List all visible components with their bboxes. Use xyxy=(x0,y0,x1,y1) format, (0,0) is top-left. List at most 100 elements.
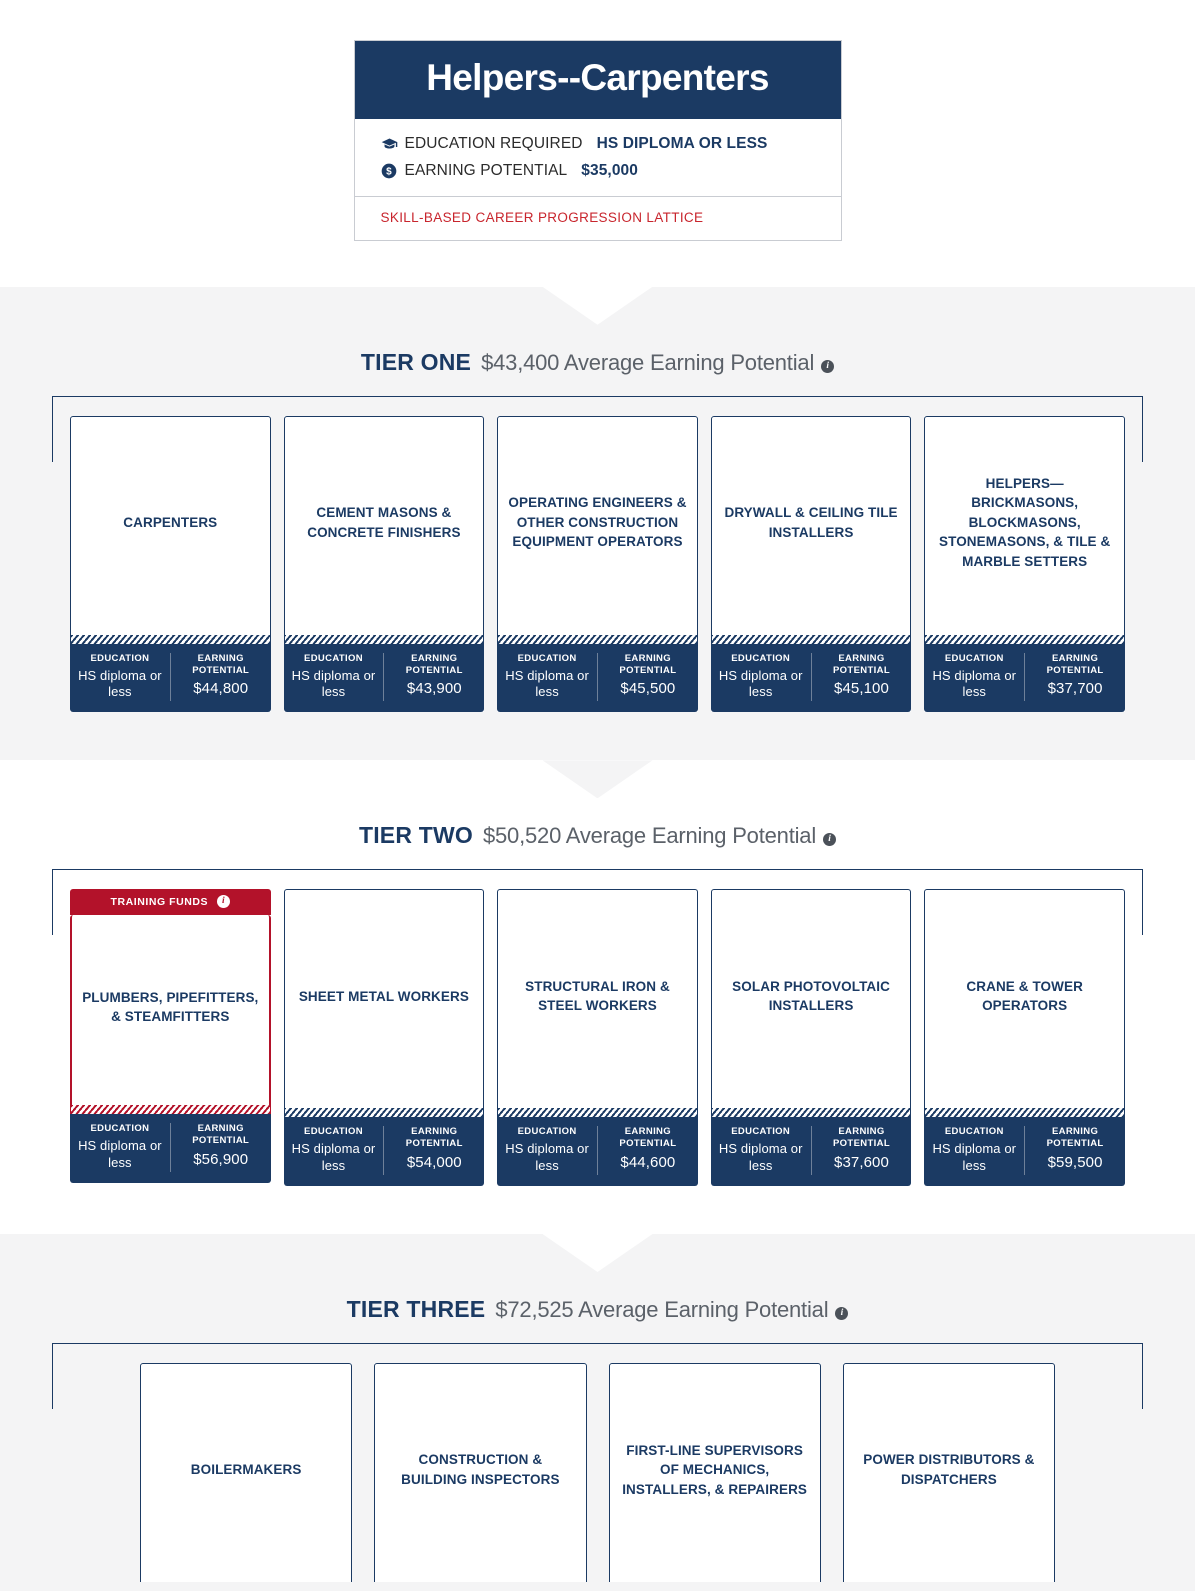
hatch-divider xyxy=(710,1108,912,1118)
earning-potential-value: $45,100 xyxy=(834,680,889,698)
occupation-title-bar: Helpers--Carpenters xyxy=(354,41,841,119)
occupation-card[interactable]: FIRST-LINE SUPERVISORS OF MECHANICS, INS… xyxy=(608,1363,821,1582)
occupation-card[interactable]: BOILERMAKERS xyxy=(140,1363,353,1582)
occupation-card-body: HELPERS—BRICKMASONS, BLOCKMASONS, STONEM… xyxy=(924,415,1125,635)
earning-potential-label-line2: POTENTIAL xyxy=(405,664,463,676)
hatch-divider xyxy=(70,634,271,644)
tier-average-earning-potential: $50,520 Average Earning Potential xyxy=(482,823,817,849)
dollar-circle-icon: $ xyxy=(381,162,398,179)
occupation-meta: EDUCATION REQUIRED HS DIPLOMA OR LESS $ … xyxy=(354,119,841,197)
occupation-card-body: OPERATING ENGINEERS & OTHER CONSTRUCTION… xyxy=(497,415,698,635)
education-required-label: EDUCATION REQUIRED xyxy=(404,134,583,152)
band-spacer xyxy=(0,712,1195,760)
occupation-card-row: CARPENTERS EDUCATION HS diploma or less EAR… xyxy=(52,407,1143,713)
occupation-title: PLUMBERS, PIPEFITTERS, & STEAMFITTERS xyxy=(82,989,259,1025)
earning-potential-label-line1: EARNING xyxy=(838,1126,885,1138)
education-label: EDUCATION xyxy=(944,1126,1004,1138)
hatch-divider xyxy=(710,634,912,644)
earning-potential-value: $54,000 xyxy=(406,1154,462,1172)
earning-potential-column: EARNING POTENTIAL $56,900 xyxy=(169,1123,271,1172)
info-icon[interactable]: i xyxy=(823,833,837,847)
education-column: EDUCATION HS diploma or less xyxy=(711,1126,811,1175)
bracket-top xyxy=(52,869,1143,871)
occupation-title: CARPENTERS xyxy=(123,514,218,530)
training-funds-banner[interactable]: TRAINING FUNDS i xyxy=(70,889,271,916)
occupation-card[interactable]: CARPENTERS EDUCATION HS diploma or less EAR… xyxy=(70,415,271,713)
earning-potential-column: EARNING POTENTIAL $59,500 xyxy=(1024,1126,1125,1175)
earning-potential-label-line1: EARNING xyxy=(411,652,458,664)
earning-potential-label: EARNING POTENTIAL xyxy=(818,1126,906,1150)
education-label: EDUCATION xyxy=(517,652,577,664)
hatch-divider xyxy=(924,634,1125,644)
occupation-card-body: BOILERMAKERS xyxy=(140,1363,353,1582)
bracket-right xyxy=(1142,1343,1143,1409)
page-title: Helpers--Carpenters xyxy=(426,57,769,98)
occupation-card[interactable]: CRANE & TOWER OPERATORS EDUCATION HS diplo… xyxy=(924,889,1125,1186)
earning-potential-value: $56,900 xyxy=(193,1151,249,1169)
education-value: HS diploma or less xyxy=(291,667,376,700)
earning-potential-row: $ EARNING POTENTIAL $35,000 xyxy=(381,162,815,180)
earning-potential-label-line2: POTENTIAL xyxy=(405,1138,463,1150)
occupation-title: FIRST-LINE SUPERVISORS OF MECHANICS, INS… xyxy=(622,1442,808,1497)
info-icon[interactable]: i xyxy=(835,1307,849,1320)
occupation-card-body: SOLAR PHOTOVOLTAIC INSTALLERS xyxy=(710,889,912,1109)
earning-potential-column: EARNING POTENTIAL $43,900 xyxy=(383,652,484,702)
info-icon[interactable]: i xyxy=(821,359,835,373)
bracket-left xyxy=(52,869,53,936)
education-column: EDUCATION HS diploma or less xyxy=(284,653,384,702)
education-label: EDUCATION xyxy=(517,1126,577,1138)
occupation-title: POWER DISTRIBUTORS & DISPATCHERS xyxy=(863,1452,1035,1487)
earning-potential-value: $45,500 xyxy=(620,680,676,698)
occupation-card-footer: EDUCATION HS diploma or less EARNING POTENT… xyxy=(497,1117,698,1186)
occupation-card-footer: EDUCATION HS diploma or less EARNING POTENT… xyxy=(924,643,1125,713)
education-column: EDUCATION HS diploma or less xyxy=(497,1126,597,1175)
occupation-card-body: CARPENTERS xyxy=(70,415,271,635)
tier-average-earning-potential: $72,525 Average Earning Potential xyxy=(495,1297,829,1322)
occupation-card[interactable]: CEMENT MASONS & CONCRETE FINISHERS EDUCAT… xyxy=(283,415,485,713)
hatch-divider xyxy=(283,634,485,644)
occupation-card[interactable]: POWER DISTRIBUTORS & DISPATCHERS xyxy=(842,1363,1055,1582)
education-column: EDUCATION HS diploma or less xyxy=(924,1126,1024,1175)
earning-potential-label-line1: EARNING xyxy=(411,1126,458,1138)
education-column: EDUCATION HS diploma or less xyxy=(70,1123,170,1172)
earning-potential-value: $37,600 xyxy=(834,1154,889,1172)
education-label: EDUCATION xyxy=(731,652,791,664)
occupation-card-body: STRUCTURAL IRON & STEEL WORKERS xyxy=(497,889,698,1109)
tier-band-3: TIER THREE $72,525 Average Earning Potent… xyxy=(0,1234,1195,1591)
earning-potential-label-line1: EARNING xyxy=(624,652,672,664)
earning-potential-label-line1: EARNING xyxy=(1051,1126,1099,1138)
earning-potential-value: $43,900 xyxy=(406,680,462,698)
occupation-card-row: BOILERMAKERS CONSTRUCTION & BUILDING INSP… xyxy=(52,1354,1143,1582)
earning-potential-label: EARNING POTENTIAL xyxy=(604,1126,692,1150)
occupation-card-footer: EDUCATION HS diploma or less EARNING POTENT… xyxy=(283,1117,485,1186)
earning-potential-label: EARNING POTENTIAL xyxy=(1031,1126,1119,1150)
occupation-card[interactable]: SHEET METAL WORKERS EDUCATION HS diploma o… xyxy=(283,889,485,1186)
earning-potential-label-line2: POTENTIAL xyxy=(192,664,250,676)
occupation-card[interactable]: TRAINING FUNDS i PLUMBERS, PIPEFITTERS, & … xyxy=(70,889,271,1186)
bracket-right xyxy=(1142,869,1143,936)
occupation-card[interactable]: SOLAR PHOTOVOLTAIC INSTALLERS EDUCATION HS… xyxy=(710,889,912,1186)
occupation-card-body: DRYWALL & CEILING TILE INSTALLERS xyxy=(710,415,912,635)
svg-text:$: $ xyxy=(386,166,392,177)
occupation-card-footer: EDUCATION HS diploma or less EARNING POTENT… xyxy=(283,643,485,713)
tier-bracket-frame: BOILERMAKERS CONSTRUCTION & BUILDING INSP… xyxy=(52,1343,1143,1582)
tier-band-2: TIER TWO $50,520 Average Earning Potentia… xyxy=(0,760,1195,1234)
education-label: EDUCATION xyxy=(944,652,1004,664)
occupation-card[interactable]: STRUCTURAL IRON & STEEL WORKERS EDUCATION… xyxy=(497,889,698,1186)
education-label: EDUCATION xyxy=(90,652,150,664)
occupation-card[interactable]: DRYWALL & CEILING TILE INSTALLERS EDUCATI… xyxy=(710,415,912,713)
lattice-note: SKILL-BASED CAREER PROGRESSION LATTICE xyxy=(380,209,704,225)
occupation-card[interactable]: OPERATING ENGINEERS & OTHER CONSTRUCTION… xyxy=(497,415,698,713)
info-icon[interactable]: i xyxy=(217,895,231,909)
education-value: HS diploma or less xyxy=(932,1141,1017,1174)
earning-potential-value: $37,700 xyxy=(1047,680,1103,698)
earning-potential-label: EARNING POTENTIAL xyxy=(177,1123,265,1147)
occupation-card[interactable]: HELPERS—BRICKMASONS, BLOCKMASONS, STONEM… xyxy=(924,415,1125,713)
tier-band-1: TIER ONE $43,400 Average Earning Potentia… xyxy=(0,286,1195,761)
earning-potential-column: EARNING POTENTIAL $37,600 xyxy=(810,1126,912,1175)
earning-potential-value: $44,600 xyxy=(620,1154,676,1172)
tier-average-earning-potential: $43,400 Average Earning Potential xyxy=(481,349,815,375)
occupation-card[interactable]: CONSTRUCTION & BUILDING INSPECTORS xyxy=(374,1363,587,1582)
hatch-divider xyxy=(924,1108,1125,1118)
education-value: HS diploma or less xyxy=(505,1141,589,1174)
